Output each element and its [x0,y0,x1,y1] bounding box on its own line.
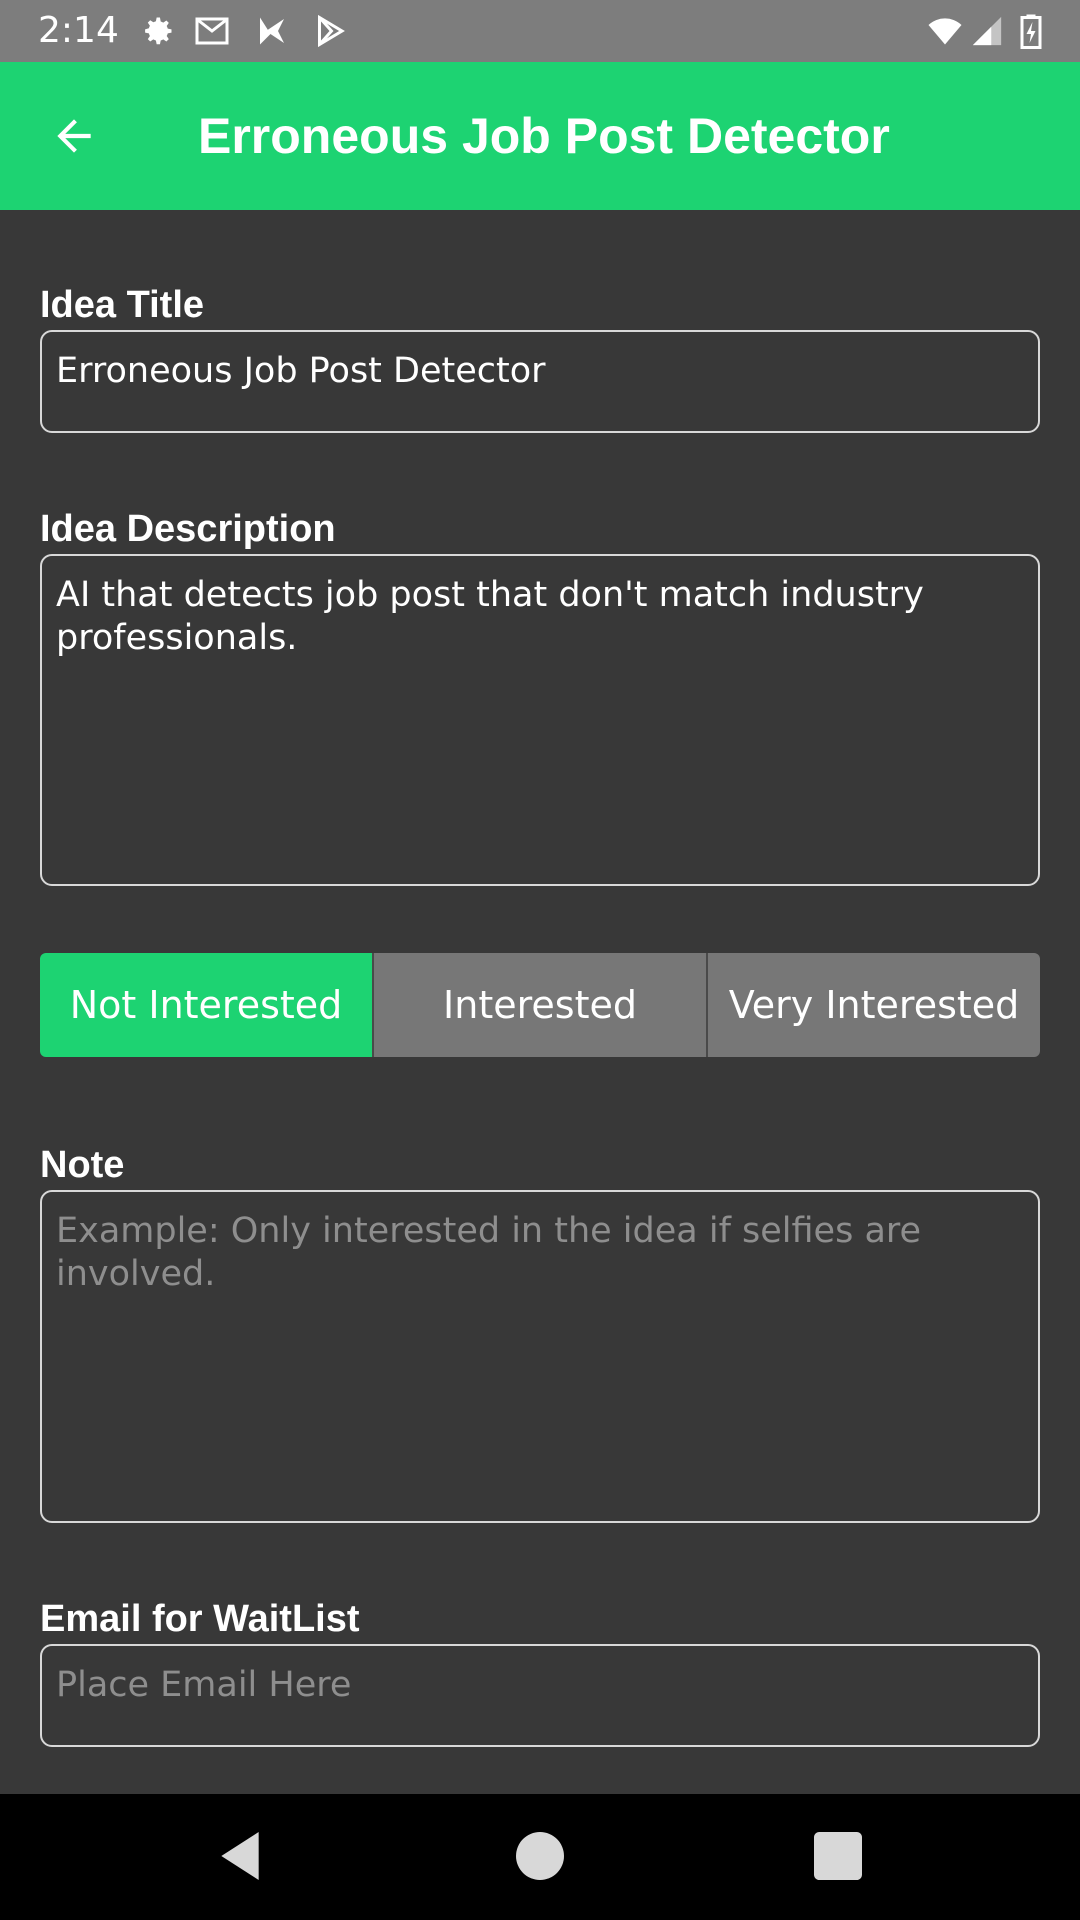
email-placeholder: Place Email Here [56,1665,352,1705]
status-time: 2:14 [38,10,119,51]
interested-button[interactable]: Interested [372,953,706,1057]
app-title: Erroneous Job Post Detector [198,108,890,164]
signal-icon [972,16,1002,46]
note-label: Note [40,1144,125,1186]
recents-nav-button[interactable] [806,1824,870,1888]
arrow-left-icon [57,119,91,153]
back-button[interactable] [34,100,114,172]
note-placeholder: Example: Only interested in the idea if … [56,1211,922,1294]
back-nav-button[interactable] [208,1824,272,1888]
email-label: Email for WaitList [40,1598,360,1640]
idea-description-field[interactable]: AI that detects job post that don't matc… [40,554,1040,886]
idea-description-label: Idea Description [40,508,336,550]
status-bar: 2:14 [0,0,1080,62]
note-field[interactable]: Example: Only interested in the idea if … [40,1190,1040,1523]
battery-icon [1020,14,1042,49]
app-bar: Erroneous Job Post Detector [0,62,1080,210]
idea-title-value: Erroneous Job Post Detector [56,351,546,391]
idea-title-field[interactable]: Erroneous Job Post Detector [40,330,1040,433]
idea-title-label: Idea Title [40,284,205,326]
home-nav-button[interactable] [508,1824,572,1888]
very-interested-button[interactable]: Very Interested [706,953,1040,1057]
play-store-icon [260,17,284,45]
idea-description-value: AI that detects job post that don't matc… [56,575,924,658]
interest-selector: Not Interested Interested Very Intereste… [40,953,1040,1057]
not-interested-button[interactable]: Not Interested [40,953,372,1057]
play-icon [318,14,345,48]
gear-icon [145,17,172,45]
gmail-icon [195,17,229,45]
email-field[interactable]: Place Email Here [40,1644,1040,1747]
navigation-bar [0,1794,1080,1920]
wifi-icon [928,18,962,45]
